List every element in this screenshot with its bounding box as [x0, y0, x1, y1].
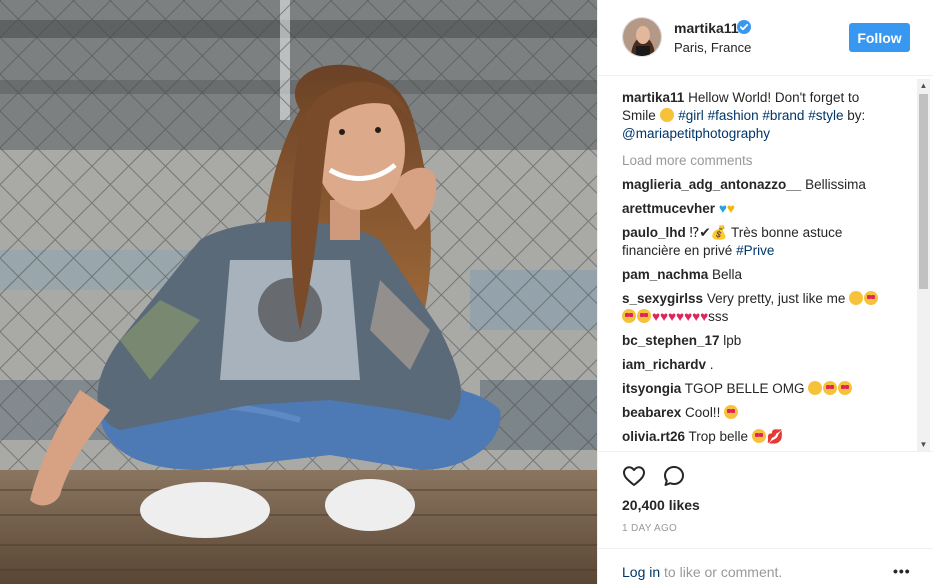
hashtag-prive[interactable]: #Prive — [736, 243, 774, 258]
likes-count[interactable]: 20,400 likes — [622, 497, 700, 513]
comments-list: martika11 Hellow World! Don't forget to … — [598, 77, 933, 450]
comment-username[interactable]: beabarex — [622, 405, 681, 420]
scroll-up-arrow-icon[interactable]: ▲ — [917, 79, 930, 92]
comment-item: iam_richardv . — [622, 357, 714, 372]
hashtag-fashion[interactable]: #fashion — [708, 108, 759, 123]
lips-icon: 💋 — [766, 429, 784, 444]
login-prompt: Log in to like or comment. ••• — [598, 548, 933, 584]
load-more-comments-button[interactable]: Load more comments — [622, 153, 892, 168]
photo-illustration — [0, 0, 597, 584]
comment-username[interactable]: paulo_lhd — [622, 225, 686, 240]
heart-eyes-emoji-icon — [637, 309, 651, 323]
login-prompt-text: to like or comment. — [660, 564, 783, 580]
instagram-post-modal: martika11 Paris, France Follow martika11… — [0, 0, 933, 584]
hashtag-brand[interactable]: #brand — [762, 108, 804, 123]
comment-item: pam_nachma Bella — [622, 267, 743, 282]
kissing-emoji-icon — [849, 291, 864, 305]
more-options-icon[interactable]: ••• — [893, 563, 911, 579]
comment-username[interactable]: olivia.rt26 — [622, 429, 685, 444]
verified-badge-icon — [737, 20, 751, 34]
follow-button[interactable]: Follow — [849, 23, 910, 52]
caption-username[interactable]: martika11 — [622, 90, 684, 105]
caption: martika11 Hellow World! Don't forget to … — [622, 90, 866, 141]
heart-like-icon[interactable] — [622, 464, 646, 488]
heart-eyes-emoji-icon — [724, 405, 739, 419]
comment-username[interactable]: bc_stephen_17 — [622, 333, 720, 348]
crying-emoji-icon — [808, 381, 823, 395]
post-header: martika11 Paris, France Follow — [598, 0, 933, 76]
comments-scrollbar[interactable]: ▲ ▼ — [917, 79, 930, 451]
comment-item: beabarex Cool!! — [622, 404, 892, 422]
heart-eyes-emoji-icon — [823, 381, 838, 395]
mention-link[interactable]: @mariapetitphotography — [622, 126, 770, 141]
comment-item: arettmucevher ♥♥ — [622, 200, 892, 218]
avatar[interactable] — [622, 17, 662, 57]
post-photo[interactable] — [0, 0, 597, 584]
comment-username[interactable]: maglieria_adg_antonazzo__ — [622, 177, 801, 192]
hashtag-girl[interactable]: #girl — [678, 108, 704, 123]
comment-username[interactable]: arettmucevher — [622, 201, 715, 216]
post-timestamp[interactable]: 1 DAY AGO — [622, 523, 677, 534]
post-username[interactable]: martika11 — [674, 20, 739, 36]
comment-username[interactable]: itsyongia — [622, 381, 681, 396]
comment-item: paulo_lhd ⁉✔💰 Très bonne astuce financiè… — [622, 225, 843, 258]
comment-item: olivia.rt26 Trop belle 💋 — [622, 429, 784, 444]
blue-heart-icon: ♥ — [718, 201, 727, 216]
heart-icon: ♥♥♥♥♥♥♥ — [652, 309, 709, 324]
comment-item: maglieria_adg_antonazzo__ Bellissima — [622, 177, 866, 192]
post-actions: 20,400 likes 1 DAY AGO Log in to like or… — [598, 451, 933, 584]
scrollbar-thumb[interactable] — [919, 94, 928, 289]
post-side-panel: martika11 Paris, France Follow martika11… — [597, 0, 933, 584]
comment-item: itsyongia TGOP BELLE OMG — [622, 380, 892, 398]
comment-username[interactable]: iam_richardv — [622, 357, 706, 372]
scroll-down-arrow-icon[interactable]: ▼ — [917, 438, 930, 451]
comment-username[interactable]: pam_nachma — [622, 267, 708, 282]
comment-item: bc_stephen_17 lpb — [622, 333, 742, 348]
grinning-emoji-icon — [659, 108, 674, 122]
hashtag-style[interactable]: #style — [808, 108, 843, 123]
post-location[interactable]: Paris, France — [674, 40, 751, 55]
heart-eyes-emoji-icon — [864, 291, 879, 305]
comment-item: s_sexygirlss Very pretty, just like me ♥… — [622, 290, 892, 326]
login-link[interactable]: Log in — [622, 564, 660, 580]
comment-username[interactable]: s_sexygirlss — [622, 291, 703, 306]
yellow-heart-icon: ♥ — [726, 201, 735, 216]
heart-eyes-emoji-icon — [622, 309, 636, 323]
comment-bubble-icon[interactable] — [662, 464, 686, 488]
heart-eyes-emoji-icon — [838, 381, 853, 395]
avatar-image — [623, 18, 661, 56]
heart-eyes-emoji-icon — [751, 429, 766, 443]
